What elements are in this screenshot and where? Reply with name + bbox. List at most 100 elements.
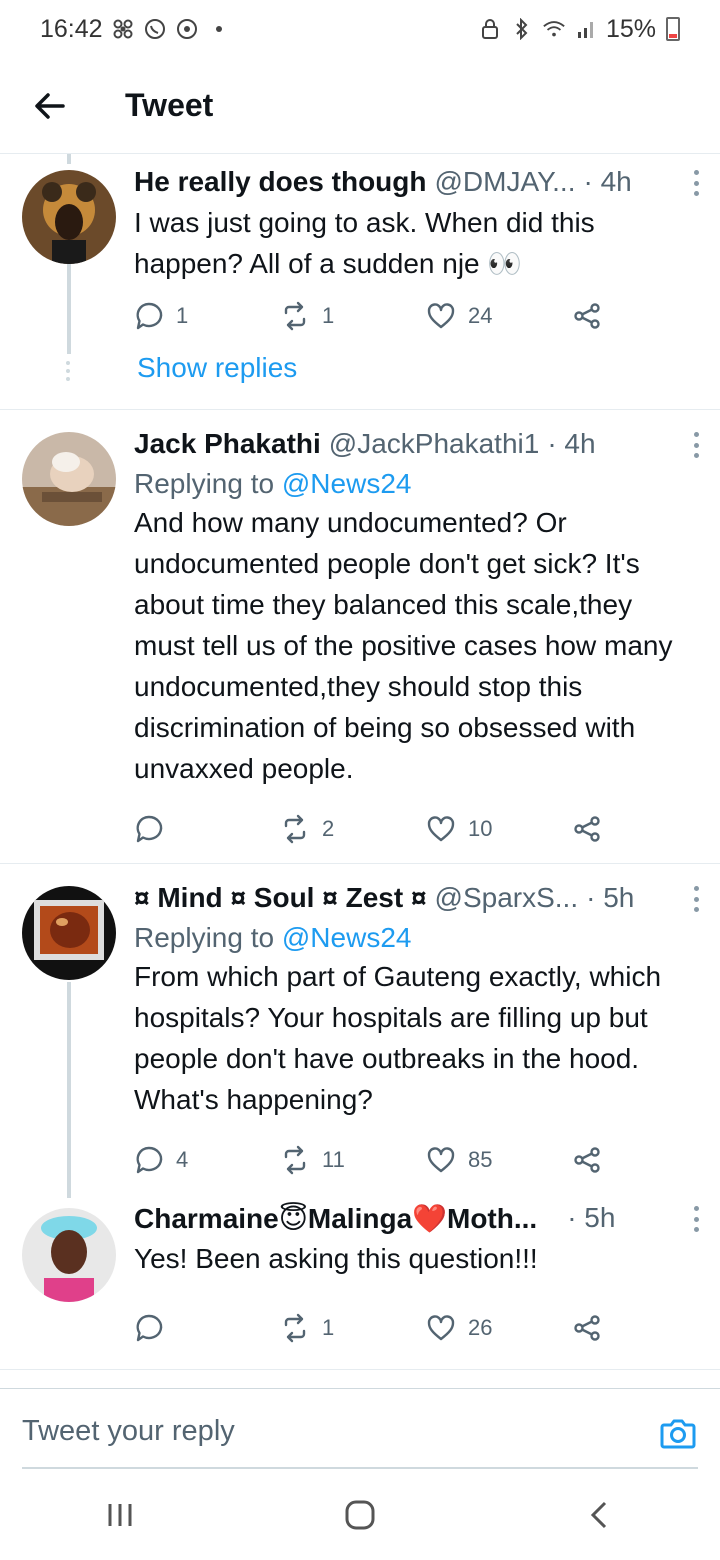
share-icon <box>574 816 600 842</box>
share-icon <box>574 303 600 329</box>
thread-line <box>67 154 71 164</box>
page-title: Tweet <box>125 87 214 123</box>
tweet-content: He really does though @DMJAY... · 4h I w… <box>134 164 700 284</box>
retweet-button[interactable]: 1 <box>280 1313 334 1343</box>
avatar[interactable] <box>22 886 116 980</box>
tweet-item[interactable]: He really does though @DMJAY... · 4h I w… <box>0 154 720 410</box>
whatsapp-icon <box>143 17 167 41</box>
like-button[interactable]: 26 <box>426 1313 492 1343</box>
retweet-count: 1 <box>322 1315 335 1340</box>
reply-button[interactable]: 4 <box>134 1145 188 1175</box>
share-button[interactable] <box>572 301 602 331</box>
tweet-body: I was just going to ask. When did this h… <box>134 207 595 279</box>
tweet-content: Charmaine😇Malinga❤️Moth... · 5h Yes! Bee… <box>134 1200 700 1279</box>
tweet-actions: 2 10 <box>134 809 614 849</box>
retweet-button[interactable]: 1 <box>280 301 334 331</box>
recent-apps-button[interactable] <box>90 1485 150 1545</box>
replying-prefix: Replying to <box>134 468 275 499</box>
share-button[interactable] <box>572 1145 602 1175</box>
app-header: Tweet <box>0 58 720 154</box>
chevron-left-icon <box>590 1501 607 1529</box>
heart-icon <box>427 1315 455 1341</box>
retweet-icon <box>284 301 306 331</box>
like-count: 26 <box>468 1315 493 1340</box>
tweet-item[interactable]: Jack Phakathi @JackPhakathi1 · 4h Replyi… <box>0 410 720 864</box>
tweet-meta: He really does though @DMJAY... · 4h <box>134 164 700 200</box>
speech-bubble-icon <box>136 1146 163 1174</box>
signal-icon <box>574 17 598 41</box>
heart-icon <box>427 816 455 842</box>
like-button[interactable]: 85 <box>426 1145 492 1175</box>
tweet-actions: 4 11 85 <box>134 1140 614 1180</box>
reply-button[interactable] <box>134 1313 176 1343</box>
thread-line <box>67 264 71 354</box>
reply-button[interactable]: 1 <box>134 301 188 331</box>
camera-button[interactable] <box>658 1413 698 1453</box>
tweet-item[interactable]: ¤ Mind ¤ Soul ¤ Zest ¤ @SparxS... · 5h R… <box>0 864 720 1198</box>
tweet-feed[interactable]: He really does though @DMJAY... · 4h I w… <box>0 154 720 1388</box>
retweet-button[interactable]: 11 <box>280 1145 345 1175</box>
system-nav-bar <box>0 1470 720 1560</box>
share-icon <box>574 1147 600 1173</box>
recent-apps-icon <box>108 1504 132 1526</box>
battery-icon <box>666 17 680 41</box>
avatar[interactable] <box>22 432 116 526</box>
more-options-icon[interactable] <box>694 432 700 458</box>
like-count: 24 <box>468 303 493 328</box>
user-name[interactable]: He really does though <box>134 166 427 198</box>
retweet-icon <box>284 814 306 844</box>
user-handle[interactable]: @JackPhakathi1 <box>329 428 540 460</box>
retweet-button[interactable]: 2 <box>280 814 334 844</box>
reply-underline <box>22 1467 698 1469</box>
like-count: 85 <box>468 1147 493 1172</box>
avatar[interactable] <box>22 1208 116 1302</box>
like-count: 10 <box>468 816 493 841</box>
more-options-icon[interactable] <box>694 1206 700 1232</box>
like-button[interactable]: 24 <box>426 301 492 331</box>
status-right: 15% <box>478 15 680 44</box>
replying-to: Replying to @News24 <box>134 468 700 500</box>
share-button[interactable] <box>572 1313 602 1343</box>
back-button[interactable] <box>0 58 100 154</box>
thread-dots <box>65 361 71 381</box>
retweet-count: 2 <box>322 816 335 841</box>
tweet-item[interactable]: Charmaine😇Malinga❤️Moth... · 5h Yes! Bee… <box>0 1198 720 1370</box>
more-options-icon[interactable] <box>694 170 700 196</box>
more-options-icon[interactable] <box>694 886 700 912</box>
reply-input[interactable]: Tweet your reply <box>22 1415 235 1448</box>
user-name[interactable]: Jack Phakathi <box>134 428 321 460</box>
tweet-content: ¤ Mind ¤ Soul ¤ Zest ¤ @SparxS... · 5h R… <box>134 880 700 1120</box>
tweet-time: · 5h <box>567 1202 616 1233</box>
show-replies-link[interactable]: Show replies <box>137 352 297 384</box>
user-handle[interactable]: @SparxS... <box>435 882 579 914</box>
tweet-time: · 4h <box>583 166 632 197</box>
replying-to: Replying to @News24 <box>134 922 700 954</box>
status-bar: 16:42 15% <box>0 0 720 58</box>
home-icon <box>345 1500 375 1530</box>
reply-count: 4 <box>176 1147 189 1172</box>
tweet-actions: 1 1 24 <box>134 296 614 336</box>
speech-bubble-icon <box>136 302 163 330</box>
bluetooth-icon <box>510 17 534 41</box>
like-button[interactable]: 10 <box>426 814 492 844</box>
dot-icon <box>207 17 231 41</box>
fan-icon <box>111 17 135 41</box>
tweet-meta: Jack Phakathi @JackPhakathi1 · 4h <box>134 426 700 462</box>
back-nav-button[interactable] <box>570 1485 630 1545</box>
battery-percent: 15% <box>605 14 656 43</box>
arrow-left-icon <box>35 92 65 119</box>
share-button[interactable] <box>572 814 602 844</box>
user-handle[interactable]: @DMJAY... <box>435 166 576 198</box>
retweet-count: 11 <box>322 1147 345 1172</box>
user-name[interactable]: Charmaine😇Malinga❤️Moth... <box>134 1202 537 1235</box>
speech-bubble-icon <box>136 1314 163 1342</box>
replying-to-link[interactable]: @News24 <box>282 468 412 499</box>
tweet-content: Jack Phakathi @JackPhakathi1 · 4h Replyi… <box>134 426 700 789</box>
reply-button[interactable] <box>134 814 176 844</box>
tweet-time: · 5h <box>586 882 635 913</box>
status-left: 16:42 <box>40 15 231 44</box>
home-button[interactable] <box>330 1485 390 1545</box>
replying-to-link[interactable]: @News24 <box>282 922 412 953</box>
avatar[interactable] <box>22 170 116 264</box>
user-name[interactable]: ¤ Mind ¤ Soul ¤ Zest ¤ <box>134 882 427 914</box>
